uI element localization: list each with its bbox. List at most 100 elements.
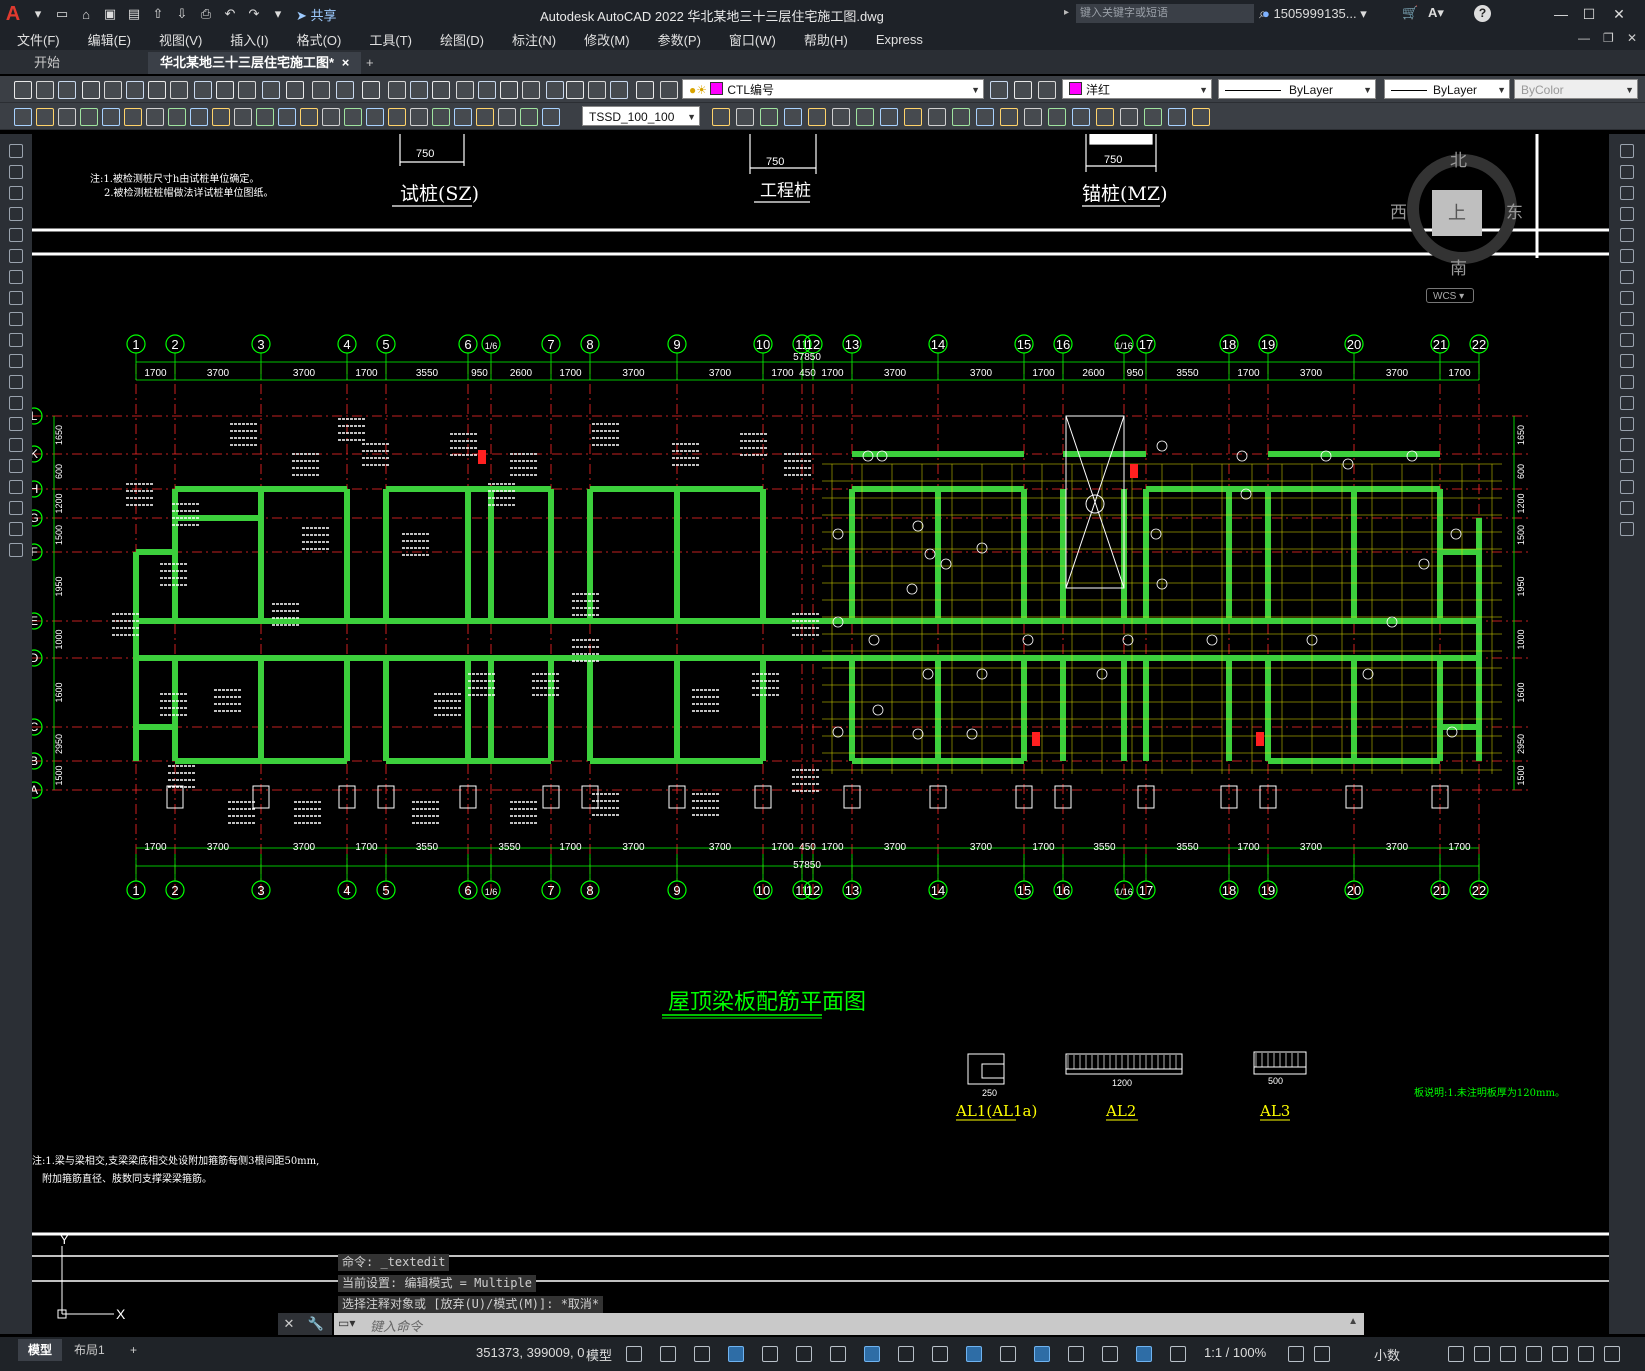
draw-tool-35-icon[interactable] bbox=[928, 108, 946, 126]
draw-palette-tool-4-icon[interactable] bbox=[9, 207, 23, 221]
standard-tool-14-icon[interactable] bbox=[312, 81, 330, 99]
wcs-menu[interactable]: WCS ▾ bbox=[1426, 288, 1474, 303]
standard-tool-15-icon[interactable] bbox=[336, 81, 354, 99]
menu-format[interactable]: 格式(O) bbox=[280, 30, 353, 49]
plotstyle-combo[interactable]: ByColor ▼ bbox=[1514, 79, 1638, 99]
draw-tool-43-icon[interactable] bbox=[1120, 108, 1138, 126]
help-icon[interactable]: ? bbox=[1474, 5, 1491, 22]
isolate-icon[interactable] bbox=[1526, 1346, 1542, 1362]
draw-tool-1-icon[interactable] bbox=[14, 108, 32, 126]
color-combo[interactable]: 洋红 ▼ bbox=[1062, 79, 1212, 99]
standard-tool-27-icon[interactable] bbox=[610, 81, 628, 99]
tab-drawing[interactable]: 华北某地三十三层住宅施工图* × bbox=[148, 52, 362, 74]
draw-tool-17-icon[interactable] bbox=[366, 108, 384, 126]
infer-toggle-icon[interactable] bbox=[694, 1346, 710, 1362]
draw-tool-25-icon[interactable] bbox=[542, 108, 560, 126]
close-command-icon[interactable]: ✕ bbox=[278, 1313, 300, 1335]
modify-palette-tool-9-icon[interactable] bbox=[1620, 312, 1634, 326]
isodraft-toggle-icon[interactable] bbox=[796, 1346, 812, 1362]
modify-palette-tool-18-icon[interactable] bbox=[1620, 501, 1634, 515]
new-file-icon[interactable]: ▭ bbox=[52, 4, 72, 24]
standard-tool-30-icon[interactable] bbox=[990, 81, 1008, 99]
coordinate-readout[interactable]: 351373, 399009, 0 bbox=[476, 1345, 584, 1360]
workspace-icon[interactable] bbox=[1288, 1346, 1304, 1362]
autodesk-a360-icon[interactable]: A▾ bbox=[1428, 5, 1444, 21]
standard-tool-19-icon[interactable] bbox=[432, 81, 450, 99]
annotation-scale[interactable]: 1:1 / 100% bbox=[1204, 1345, 1266, 1360]
lineweight-combo[interactable]: ByLayer ▼ bbox=[1384, 79, 1510, 99]
standard-tool-24-icon[interactable] bbox=[546, 81, 564, 99]
standard-tool-25-icon[interactable] bbox=[566, 81, 584, 99]
draw-tool-36-icon[interactable] bbox=[952, 108, 970, 126]
draw-tool-23-icon[interactable] bbox=[498, 108, 516, 126]
draw-tool-16-icon[interactable] bbox=[344, 108, 362, 126]
lock-ui-icon[interactable] bbox=[1500, 1346, 1516, 1362]
standard-tool-20-icon[interactable] bbox=[456, 81, 474, 99]
draw-tool-9-icon[interactable] bbox=[190, 108, 208, 126]
modify-palette-tool-1-icon[interactable] bbox=[1620, 144, 1634, 158]
draw-palette-tool-8-icon[interactable] bbox=[9, 291, 23, 305]
draw-palette-tool-19-icon[interactable] bbox=[9, 522, 23, 536]
draw-tool-10-icon[interactable] bbox=[212, 108, 230, 126]
linetype-combo[interactable]: ByLayer ▼ bbox=[1218, 79, 1376, 99]
draw-tool-37-icon[interactable] bbox=[976, 108, 994, 126]
draw-tool-34-icon[interactable] bbox=[904, 108, 922, 126]
close-button[interactable]: ✕ bbox=[1605, 4, 1633, 24]
draw-tool-11-icon[interactable] bbox=[234, 108, 252, 126]
polar-toggle-icon[interactable] bbox=[762, 1346, 778, 1362]
draw-tool-14-icon[interactable] bbox=[300, 108, 318, 126]
web-open-icon[interactable]: ⇧ bbox=[148, 4, 168, 24]
draw-tool-8-icon[interactable] bbox=[168, 108, 186, 126]
standard-tool-1-icon[interactable] bbox=[14, 81, 32, 99]
layer-combo[interactable]: ●☀ CTL编号 ▼ bbox=[682, 79, 984, 99]
dynamic-ucs-toggle-icon[interactable] bbox=[1034, 1346, 1050, 1362]
standard-tool-7-icon[interactable] bbox=[148, 81, 166, 99]
command-input[interactable]: ▭▾ 键入命令 ▲ bbox=[334, 1313, 1364, 1335]
menu-view[interactable]: 视图(V) bbox=[142, 30, 213, 49]
standard-tool-2-icon[interactable] bbox=[36, 81, 54, 99]
modify-palette-tool-13-icon[interactable] bbox=[1620, 396, 1634, 410]
auto-scale-toggle-icon[interactable] bbox=[1170, 1346, 1186, 1362]
menu-dimension[interactable]: 标注(N) bbox=[495, 30, 567, 49]
draw-tool-15-icon[interactable] bbox=[322, 108, 340, 126]
units-display[interactable]: 小数 bbox=[1374, 1345, 1400, 1364]
standard-tool-18-icon[interactable] bbox=[410, 81, 428, 99]
modify-palette-tool-4-icon[interactable] bbox=[1620, 207, 1634, 221]
draw-tool-38-icon[interactable] bbox=[1000, 108, 1018, 126]
standard-tool-16-icon[interactable] bbox=[362, 81, 380, 99]
standard-tool-21-icon[interactable] bbox=[478, 81, 496, 99]
standard-tool-28-icon[interactable] bbox=[636, 81, 654, 99]
draw-palette-tool-16-icon[interactable] bbox=[9, 459, 23, 473]
new-tab-button[interactable]: + bbox=[354, 52, 386, 74]
tab-close-icon[interactable]: × bbox=[342, 55, 350, 70]
tab-start[interactable]: 开始 bbox=[22, 52, 72, 74]
modify-palette-tool-6-icon[interactable] bbox=[1620, 249, 1634, 263]
open-file-icon[interactable]: ⌂ bbox=[76, 4, 96, 24]
modify-palette-tool-3-icon[interactable] bbox=[1620, 186, 1634, 200]
draw-palette-tool-9-icon[interactable] bbox=[9, 312, 23, 326]
menu-tools[interactable]: 工具(T) bbox=[352, 30, 423, 49]
standard-tool-11-icon[interactable] bbox=[238, 81, 256, 99]
standard-tool-3-icon[interactable] bbox=[58, 81, 76, 99]
search-expand-icon[interactable]: ▸ bbox=[1064, 7, 1069, 18]
viewcube-east[interactable]: 东 bbox=[1506, 198, 1523, 223]
menu-file[interactable]: 文件(F) bbox=[0, 30, 71, 49]
modify-palette-tool-19-icon[interactable] bbox=[1620, 522, 1634, 536]
viewcube-north[interactable]: 北 bbox=[1450, 146, 1467, 171]
draw-tool-44-icon[interactable] bbox=[1144, 108, 1162, 126]
modify-palette-tool-10-icon[interactable] bbox=[1620, 333, 1634, 347]
modify-palette-tool-14-icon[interactable] bbox=[1620, 417, 1634, 431]
maximize-button[interactable]: ☐ bbox=[1575, 4, 1603, 24]
standard-tool-29-icon[interactable] bbox=[660, 81, 678, 99]
menu-dropdown-icon[interactable]: ▾ bbox=[28, 4, 48, 24]
lineweight-toggle-icon[interactable] bbox=[898, 1346, 914, 1362]
customize-command-icon[interactable]: 🔧 bbox=[300, 1313, 332, 1335]
viewcube-face[interactable]: 上 bbox=[1432, 190, 1482, 236]
search-input[interactable]: 键入关键字或短语 bbox=[1076, 4, 1254, 23]
undo-icon[interactable]: ↶ bbox=[220, 4, 240, 24]
add-layout-button[interactable]: + bbox=[120, 1339, 147, 1361]
menu-express[interactable]: Express bbox=[859, 32, 934, 47]
standard-tool-8-icon[interactable] bbox=[170, 81, 188, 99]
menu-parametric[interactable]: 参数(P) bbox=[641, 30, 712, 49]
draw-palette-tool-18-icon[interactable] bbox=[9, 501, 23, 515]
